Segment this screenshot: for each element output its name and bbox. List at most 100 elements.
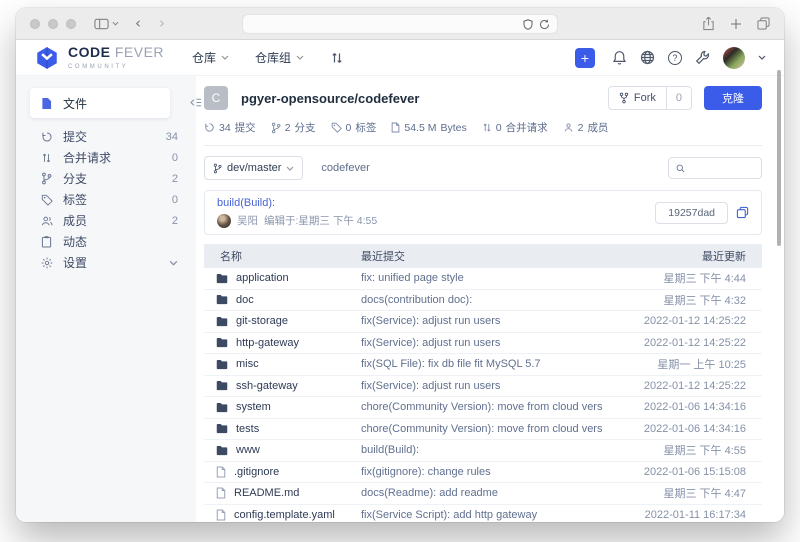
forward-button[interactable]: › — [159, 16, 165, 31]
file-doc-icon — [40, 97, 53, 110]
table-row[interactable]: config.template.yamlfix(Service Script):… — [204, 505, 762, 523]
table-row[interactable]: systemchore(Community Version): move fro… — [204, 397, 762, 419]
share-icon[interactable] — [702, 16, 715, 31]
file-commit-cell[interactable]: fix(Service Script): add http gateway — [361, 509, 602, 521]
nav-repository[interactable]: 仓库 — [192, 49, 229, 66]
privacy-report-icon[interactable] — [523, 19, 533, 30]
file-commit-cell[interactable]: fix(Service): adjust run users — [361, 337, 602, 349]
notifications-bell-icon[interactable] — [612, 50, 627, 65]
sidebar-item-branches[interactable]: 分支 2 — [16, 168, 196, 189]
file-name-cell[interactable]: http-gateway — [204, 337, 361, 349]
minimize-window-button[interactable] — [48, 19, 58, 29]
header-commit: 最近提交 — [361, 248, 602, 264]
file-name-cell[interactable]: application — [204, 272, 361, 284]
stat-merge-requests[interactable]: 0合并请求 — [482, 120, 548, 135]
sidebar-item-tags[interactable]: 标签 0 — [16, 189, 196, 210]
stat-branches[interactable]: 2分支 — [271, 120, 316, 135]
file-updated-cell: 星期三 下午 4:44 — [602, 270, 762, 286]
settings-chevron-down-icon — [169, 260, 178, 266]
file-commit-cell[interactable]: docs(Readme): add readme — [361, 487, 602, 499]
sidebar-item-members[interactable]: 成员 2 — [16, 210, 196, 231]
file-updated-cell: 星期三 下午 4:55 — [602, 442, 762, 458]
branch-selector[interactable]: dev/master — [204, 156, 303, 180]
folder-icon — [216, 402, 228, 413]
close-window-button[interactable] — [30, 19, 40, 29]
file-commit-cell[interactable]: fix(Service): adjust run users — [361, 315, 602, 327]
file-commit-cell[interactable]: build(Build): — [361, 444, 602, 456]
commit-message-link[interactable]: build(Build): — [217, 197, 377, 209]
file-commit-cell[interactable]: docs(contribution doc): — [361, 294, 602, 306]
folder-icon — [216, 380, 228, 391]
sidebar-toggle-button[interactable] — [94, 18, 119, 30]
table-row[interactable]: http-gatewayfix(Service): adjust run use… — [204, 333, 762, 355]
table-row[interactable]: ssh-gatewayfix(Service): adjust run user… — [204, 376, 762, 398]
file-name-cell[interactable]: doc — [204, 294, 361, 306]
copy-hash-icon[interactable] — [736, 206, 749, 219]
account-chevron-down-icon[interactable] — [758, 55, 766, 60]
create-new-button[interactable]: + — [575, 48, 595, 68]
file-name-cell[interactable]: www — [204, 444, 361, 456]
table-row[interactable]: docdocs(contribution doc):星期三 下午 4:32 — [204, 290, 762, 312]
file-name-cell[interactable]: misc — [204, 358, 361, 370]
codefever-logo[interactable]: CODE FEVER COMMUNITY — [34, 45, 164, 71]
table-row[interactable]: applicationfix: unified page style星期三 下午… — [204, 268, 762, 290]
clone-button[interactable]: 克隆 — [704, 86, 762, 110]
file-name-cell[interactable]: README.md — [204, 487, 361, 499]
breadcrumb-path[interactable]: codefever — [321, 162, 369, 174]
repo-name: pgyer-opensource/codefever — [241, 91, 419, 106]
stat-tags[interactable]: 0标签 — [331, 120, 377, 135]
table-row[interactable]: git-storagefix(Service): adjust run user… — [204, 311, 762, 333]
file-commit-cell[interactable]: fix(SQL File): fix db file fit MySQL 5.7 — [361, 358, 602, 370]
language-globe-icon[interactable] — [640, 50, 655, 65]
sidebar-item-settings[interactable]: 设置 — [16, 252, 196, 273]
address-bar[interactable] — [242, 14, 558, 34]
fork-icon — [619, 92, 629, 104]
file-name-cell[interactable]: tests — [204, 423, 361, 435]
file-commit-cell[interactable]: chore(Community Version): move from clou… — [361, 401, 602, 413]
table-row[interactable]: miscfix(SQL File): fix db file fit MySQL… — [204, 354, 762, 376]
help-icon[interactable]: ? — [668, 51, 682, 65]
feedback-tools-icon[interactable] — [695, 50, 710, 65]
file-name-cell[interactable]: .gitignore — [204, 466, 361, 478]
search-input[interactable] — [690, 162, 754, 174]
stat-commits[interactable]: 34提交 — [204, 120, 256, 135]
file-commit-cell[interactable]: fix(gitignore): change rules — [361, 466, 602, 478]
new-tab-icon[interactable] — [730, 18, 742, 30]
browser-toolbar: ‹ › — [16, 8, 784, 40]
commit-hash[interactable]: 19257dad — [655, 202, 728, 224]
page-scrollbar-thumb[interactable] — [777, 70, 781, 246]
file-name-cell[interactable]: git-storage — [204, 315, 361, 327]
file-search-box[interactable] — [668, 157, 762, 179]
file-commit-cell[interactable]: fix(Service): adjust run users — [361, 380, 602, 392]
file-name-cell[interactable]: system — [204, 401, 361, 413]
folder-icon — [216, 294, 228, 305]
stat-members[interactable]: 2成员 — [563, 120, 609, 135]
branch-icon — [271, 122, 281, 134]
user-avatar[interactable] — [723, 47, 745, 69]
table-row[interactable]: wwwbuild(Build):星期三 下午 4:55 — [204, 440, 762, 462]
sidebar-item-commits[interactable]: 提交 34 — [16, 126, 196, 147]
file-icon — [216, 466, 226, 478]
fork-count[interactable]: 0 — [666, 87, 691, 109]
sidebar-item-activities[interactable]: 动态 — [16, 231, 196, 252]
file-name-cell[interactable]: config.template.yaml — [204, 509, 361, 521]
sidebar-item-files[interactable]: 文件 — [30, 88, 170, 118]
stat-size[interactable]: 54.5 MBytes — [391, 122, 466, 134]
zoom-window-button[interactable] — [66, 19, 76, 29]
back-button[interactable]: ‹ — [135, 16, 141, 31]
file-commit-cell[interactable]: fix: unified page style — [361, 272, 602, 284]
tab-overview-icon[interactable] — [757, 17, 770, 30]
table-row[interactable]: .gitignorefix(gitignore): change rules20… — [204, 462, 762, 484]
file-name-cell[interactable]: ssh-gateway — [204, 380, 361, 392]
file-commit-cell[interactable]: chore(Community Version): move from clou… — [361, 423, 602, 435]
sidebar-item-merge-requests[interactable]: 合并请求 0 — [16, 147, 196, 168]
table-row[interactable]: testschore(Community Version): move from… — [204, 419, 762, 441]
table-row[interactable]: README.mddocs(Readme): add readme星期三 下午 … — [204, 483, 762, 505]
members-icon — [40, 215, 53, 227]
nav-repository-group[interactable]: 仓库组 — [255, 49, 304, 66]
activities-icon[interactable] — [330, 51, 344, 65]
fork-button[interactable]: Fork — [609, 87, 666, 109]
commit-author: 吴阳 — [237, 213, 258, 228]
file-name: README.md — [234, 487, 299, 499]
reload-icon[interactable] — [539, 19, 550, 30]
